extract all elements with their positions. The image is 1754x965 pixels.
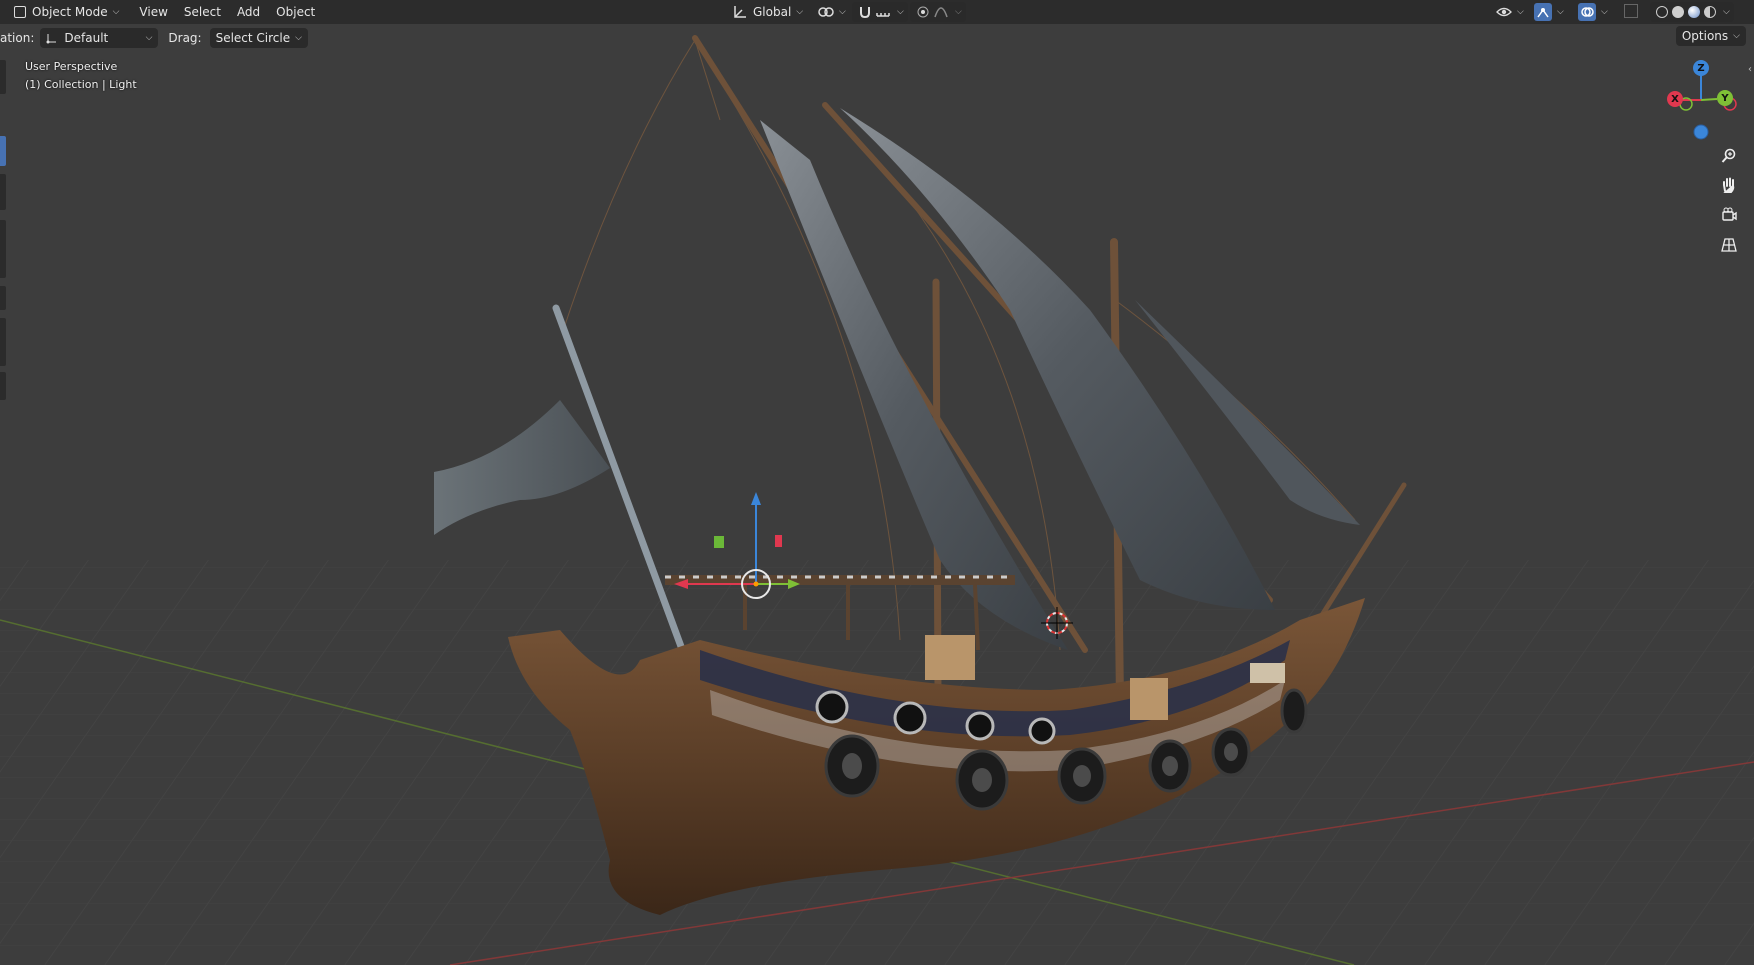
chevron-down-icon: ⌵ xyxy=(145,33,153,43)
chevron-down-icon: ⌵ xyxy=(1517,7,1524,17)
pan-button[interactable] xyxy=(1716,172,1742,198)
ortho-toggle-button[interactable] xyxy=(1716,232,1742,258)
left-toolbar-collapsed[interactable] xyxy=(0,52,7,400)
gizmo-x-label: X xyxy=(1671,93,1679,105)
toolbar-segment[interactable] xyxy=(0,286,6,310)
pivot-link-icon xyxy=(818,5,834,19)
perspective-label: User Perspective xyxy=(25,60,118,73)
orientation-default-icon xyxy=(46,32,58,44)
collection-info: (1) Collection | Light xyxy=(25,78,137,91)
zoom-icon xyxy=(1721,148,1736,163)
chevron-down-icon: ⌵ xyxy=(295,33,302,43)
toolbar-segment[interactable] xyxy=(0,318,6,366)
gizmo-y-axis[interactable]: Y xyxy=(1717,90,1733,106)
ortho-grid-icon xyxy=(1721,238,1737,252)
proportional-edit-group: ⌵ xyxy=(910,2,966,22)
menu-view[interactable]: View xyxy=(131,2,175,22)
drag-dropdown[interactable]: Select Circle ⌵ xyxy=(209,28,308,48)
eye-icon xyxy=(1496,5,1512,19)
visibility-dropdown[interactable]: ⌵ xyxy=(1490,2,1530,22)
gizmo-x-axis[interactable]: X xyxy=(1667,91,1683,107)
toolbar-segment[interactable] xyxy=(0,372,6,400)
axis-orientation-icon xyxy=(733,5,747,19)
viewport-scene[interactable] xyxy=(0,0,1754,965)
mode-selector[interactable]: Object Mode ⌵ xyxy=(8,2,125,22)
falloff-curve-icon[interactable] xyxy=(933,4,949,20)
sidebar-toggle-icon[interactable]: ‹ xyxy=(1748,64,1752,75)
gizmo-z-label: Z xyxy=(1697,62,1705,74)
zoom-button[interactable] xyxy=(1716,143,1742,169)
chevron-down-icon[interactable]: ⌵ xyxy=(897,7,904,17)
overlay-icon xyxy=(1578,3,1596,21)
chevron-down-icon: ⌵ xyxy=(1557,7,1564,17)
overlay-toggle[interactable]: ⌵ xyxy=(1572,2,1614,22)
navigation-gizmo[interactable]: Z Y X xyxy=(1660,58,1742,142)
snap-magnet-icon[interactable] xyxy=(857,4,873,20)
pivot-point-dropdown[interactable]: ⌵ xyxy=(812,2,852,22)
gizmo-z-axis[interactable]: Z xyxy=(1693,60,1709,76)
transform-orientation-label: Global xyxy=(753,5,792,19)
drag-value: Select Circle xyxy=(215,31,291,45)
orientation-label: ation: xyxy=(0,31,35,45)
xray-toggle-icon[interactable] xyxy=(1624,4,1638,18)
viewport-header: Object Mode ⌵ View Select Add Object Glo… xyxy=(0,0,1754,24)
gizmo-y-label: Y xyxy=(1721,92,1729,104)
options-label: Options xyxy=(1681,29,1729,43)
gizmo-toggle[interactable]: ⌵ xyxy=(1528,2,1570,22)
gizmo-icon xyxy=(1534,3,1552,21)
material-preview-shading-icon[interactable] xyxy=(1688,6,1700,18)
drag-label: Drag: xyxy=(168,31,202,45)
chevron-down-icon[interactable]: ⌵ xyxy=(1723,7,1730,17)
chevron-down-icon: ⌵ xyxy=(839,7,846,17)
mode-label: Object Mode xyxy=(32,5,108,19)
toolbar-segment[interactable] xyxy=(0,174,6,210)
menu-add[interactable]: Add xyxy=(229,2,268,22)
tool-settings-bar: ation: Default ⌵ Drag: Select Circle ⌵ O… xyxy=(0,26,1754,50)
chevron-down-icon: ⌵ xyxy=(796,7,804,17)
chevron-down-icon[interactable]: ⌵ xyxy=(955,7,962,17)
shading-group: ⌵ xyxy=(1650,2,1734,22)
snap-increment-icon[interactable] xyxy=(875,4,891,20)
flag xyxy=(434,400,610,535)
snap-group: ⌵ xyxy=(852,2,908,22)
orientation-dropdown[interactable]: Default ⌵ xyxy=(40,28,159,48)
toolbar-segment[interactable] xyxy=(0,60,6,94)
camera-view-icon xyxy=(1722,207,1737,221)
menu-object[interactable]: Object xyxy=(268,2,323,22)
object-mode-icon xyxy=(14,6,26,18)
camera-view-button[interactable] xyxy=(1716,202,1742,228)
chevron-down-icon: ⌵ xyxy=(1601,7,1608,17)
chevron-down-icon: ⌵ xyxy=(112,7,120,17)
transform-orientation-dropdown[interactable]: Global ⌵ xyxy=(727,2,809,22)
options-dropdown[interactable]: Options ⌵ xyxy=(1675,26,1746,46)
rendered-shading-icon[interactable] xyxy=(1704,6,1716,18)
proportional-edit-icon[interactable] xyxy=(915,4,931,20)
toolbar-segment[interactable] xyxy=(0,220,6,278)
toolbar-segment-active[interactable] xyxy=(0,136,6,166)
wireframe-shading-icon[interactable] xyxy=(1656,6,1668,18)
pan-hand-icon xyxy=(1723,177,1735,193)
orientation-value: Default xyxy=(64,31,109,45)
menu-select[interactable]: Select xyxy=(176,2,229,22)
solid-shading-icon[interactable] xyxy=(1672,6,1684,18)
chevron-down-icon: ⌵ xyxy=(1733,31,1740,41)
